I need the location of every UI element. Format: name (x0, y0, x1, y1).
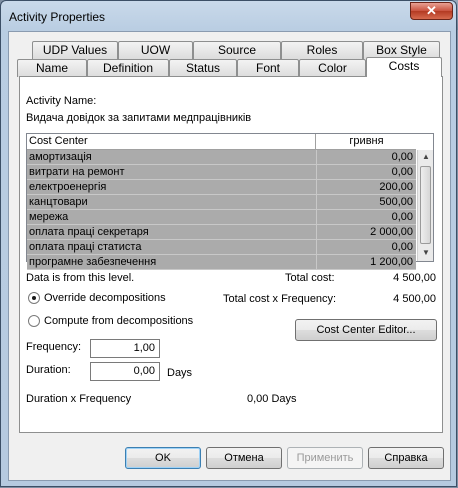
cost-center-name: амортизація (29, 151, 92, 163)
close-icon: ✕ (426, 3, 437, 18)
activity-name-value: Видача довідок за запитами медпрацівникі… (26, 112, 252, 124)
tab-source[interactable]: Source (193, 41, 281, 59)
window-title: Activity Properties (9, 10, 106, 24)
table-row[interactable]: електроенергія 200,00 (27, 180, 416, 195)
table-row[interactable]: оплата праці статиста 0,00 (27, 240, 416, 255)
cost-center-editor-button[interactable]: Cost Center Editor... (295, 319, 437, 341)
total-cost-frequency-value: 4 500,00 (393, 293, 436, 305)
tab-roles[interactable]: Roles (281, 41, 363, 59)
duration-label: Duration: (26, 364, 71, 376)
total-cost-value: 4 500,00 (393, 272, 436, 284)
cost-value[interactable]: 200,00 (317, 180, 413, 194)
cost-value[interactable]: 0,00 (317, 210, 413, 224)
table-row[interactable]: програмне забезпечення 1 200,00 (27, 255, 416, 270)
cost-center-name: мережа (29, 211, 69, 223)
tab-definition[interactable]: Definition (87, 59, 169, 77)
compute-label[interactable]: Compute from decompositions (44, 315, 193, 327)
cancel-button[interactable]: Отмена (206, 447, 282, 469)
total-cost-frequency-label: Total cost x Frequency: (223, 293, 337, 305)
duration-frequency-label: Duration x Frequency (26, 393, 132, 405)
table-scrollbar[interactable]: ▲ ▼ (417, 150, 433, 261)
scroll-down-arrow-icon[interactable]: ▼ (418, 246, 434, 260)
scroll-up-arrow-icon[interactable]: ▲ (418, 150, 434, 164)
cost-value[interactable]: 500,00 (317, 195, 413, 209)
cost-value[interactable]: 0,00 (317, 240, 413, 254)
cost-center-name: оплата праці секретаря (29, 226, 149, 238)
cost-value[interactable]: 0,00 (317, 165, 413, 179)
override-label[interactable]: Override decompositions (44, 292, 166, 304)
scrollbar-thumb[interactable] (420, 166, 431, 244)
duration-field[interactable]: 0,00 (90, 362, 160, 381)
cost-center-table[interactable]: Cost Center гривня амортизація 0,00 витра… (26, 133, 434, 270)
cost-value[interactable]: 1 200,00 (317, 255, 413, 269)
cost-center-name: канцтовари (29, 196, 88, 208)
tab-name[interactable]: Name (17, 59, 87, 77)
ok-button[interactable]: OK (125, 447, 201, 469)
frequency-label: Frequency: (26, 341, 82, 353)
close-button[interactable]: ✕ (410, 2, 453, 20)
tab-status[interactable]: Status (169, 59, 237, 77)
column-header-cost-center[interactable]: Cost Center (29, 134, 316, 149)
apply-button[interactable]: Применить (287, 447, 363, 469)
table-header: Cost Center гривня (27, 134, 416, 150)
compute-radio[interactable] (28, 315, 40, 327)
cost-center-name: оплата праці статиста (29, 241, 142, 253)
cost-value[interactable]: 0,00 (317, 150, 413, 164)
activity-name-label: Activity Name: (26, 95, 97, 107)
table-row[interactable]: мережа 0,00 (27, 210, 416, 225)
tab-costs[interactable]: Costs (366, 57, 442, 77)
table-row[interactable]: канцтовари 500,00 (27, 195, 416, 210)
cost-value[interactable]: 2 000,00 (317, 225, 413, 239)
tab-udp-values[interactable]: UDP Values (32, 41, 118, 59)
activity-properties-dialog: Activity Properties ✕ UDP Values UOW Sou… (0, 0, 457, 487)
cost-center-name: витрати на ремонт (29, 166, 125, 178)
duration-unit: Days (167, 367, 193, 379)
override-radio[interactable] (28, 292, 40, 304)
table-row[interactable]: оплата праці секретаря 2 000,00 (27, 225, 416, 240)
cost-center-name: програмне забезпечення (29, 256, 157, 268)
table-body: амортизація 0,00 витрати на ремонт 0,00 ел… (27, 150, 416, 270)
tab-font[interactable]: Font (237, 59, 299, 77)
tab-uow[interactable]: UOW (118, 41, 193, 59)
cost-center-name: електроенергія (29, 181, 107, 193)
table-row[interactable]: амортизація 0,00 (27, 150, 416, 165)
table-row[interactable]: витрати на ремонт 0,00 (27, 165, 416, 180)
total-cost-label: Total cost: (285, 272, 335, 284)
title-bar[interactable]: Activity Properties ✕ (1, 1, 456, 31)
column-header-currency[interactable]: гривня (317, 134, 416, 149)
duration-frequency-value: 0,00 Days (247, 393, 297, 405)
help-button[interactable]: Справка (368, 447, 444, 469)
tab-color[interactable]: Color (299, 59, 366, 77)
frequency-field[interactable]: 1,00 (90, 339, 160, 358)
data-source-text: Data is from this level. (26, 272, 135, 284)
